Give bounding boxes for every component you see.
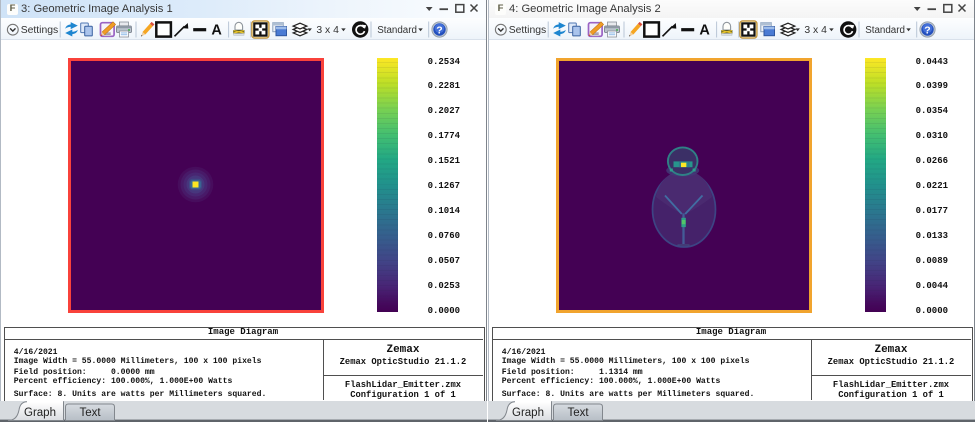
svg-text:Settings: Settings (509, 25, 547, 36)
svg-text:Standard: Standard (865, 25, 905, 36)
svg-text:Text: Text (567, 407, 589, 419)
svg-text:Graph: Graph (512, 407, 544, 419)
svg-text:Settings: Settings (21, 25, 59, 36)
svg-text:A: A (699, 22, 710, 38)
svg-text:3 x 4: 3 x 4 (804, 25, 827, 36)
svg-text:?: ? (924, 24, 930, 36)
svg-text:Graph: Graph (24, 407, 56, 419)
svg-text:3 x 4: 3 x 4 (316, 25, 339, 36)
svg-text:A: A (211, 22, 222, 38)
svg-text:?: ? (436, 24, 442, 36)
svg-text:Text: Text (79, 407, 101, 419)
svg-text:Standard: Standard (377, 25, 417, 36)
